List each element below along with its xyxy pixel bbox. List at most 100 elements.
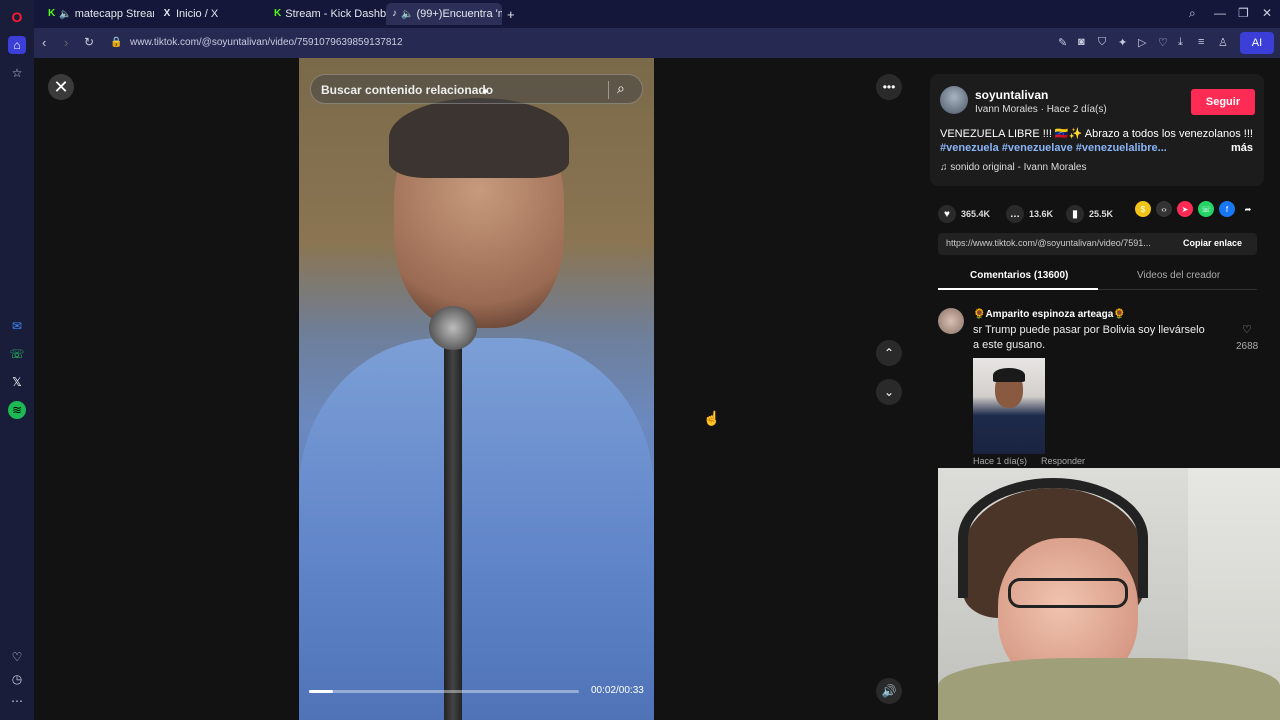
chevron-down-icon[interactable]: ⌄ [876, 379, 902, 405]
home-icon[interactable]: ⌂ [8, 36, 26, 54]
tiktok-icon: ♪ [392, 8, 397, 19]
back-icon[interactable]: ‹ [42, 35, 46, 50]
minimize-icon[interactable]: — [1214, 6, 1226, 20]
user-subline: Ivann Morales · Hace 2 día(s) [975, 104, 1107, 115]
volume-icon[interactable]: 🔊 [876, 678, 902, 704]
video-time: 00:02/00:33 [591, 685, 644, 696]
video-frame-hair [389, 98, 569, 178]
audio-icon: 🔈 [59, 8, 72, 20]
tab-kick-dashboard[interactable]: K Stream - Kick Dashboard [268, 3, 386, 25]
comment-like-count: 2688 [1236, 341, 1259, 352]
avatar[interactable] [938, 308, 964, 334]
messenger-icon[interactable]: ✉ [8, 317, 26, 335]
comment-timestamp: Hace 1 día(s) [973, 456, 1028, 466]
close-icon[interactable]: ✕ [48, 74, 74, 100]
save-button[interactable]: ▮ 25.5K [1066, 205, 1113, 223]
comment-author[interactable]: 🌻Amparito espinoza arteaga🌻 [973, 309, 1126, 320]
follow-button[interactable]: Seguir [1191, 89, 1255, 115]
history-icon[interactable]: ◷ [8, 670, 26, 688]
video-frame-shirt [299, 338, 654, 720]
comment-icon: … [1006, 205, 1024, 223]
kick-icon: K [48, 8, 56, 19]
audio-icon: 🔈 [401, 8, 414, 20]
search-icon[interactable]: ⌕ [1189, 6, 1196, 21]
chevron-up-icon[interactable]: ⌃ [876, 340, 902, 366]
heart-icon[interactable]: ♡ [1242, 323, 1252, 336]
tab-tiktok[interactable]: ♪ 🔈 (99+)Encuentra 'madu [386, 3, 502, 25]
webcam-overlay [938, 468, 1280, 720]
favorite-icon[interactable]: ♡ [1158, 36, 1168, 49]
post-hashtags[interactable]: #venezuela #venezuelave #venezuelalibre.… [940, 142, 1167, 154]
comment-image[interactable] [973, 358, 1045, 454]
search-input[interactable]: Buscar contenido relacionado [321, 83, 493, 97]
related-search-bar[interactable]: Buscar contenido relacionado ✦ ⌕ [310, 74, 643, 104]
reload-icon[interactable]: ↻ [84, 35, 94, 49]
opera-logo-icon[interactable]: O [8, 8, 26, 26]
aria-ai-button[interactable]: AI [1240, 32, 1274, 54]
profile-icon[interactable]: ♙ [1218, 36, 1228, 49]
headset-icon [958, 478, 1148, 598]
new-tab-icon[interactable]: + [504, 3, 520, 25]
address-bar: ‹ › ↻ 🔒 www.tiktok.com/@soyuntalivan/vid… [34, 28, 1280, 58]
restore-icon[interactable]: ❐ [1238, 6, 1249, 20]
facebook-icon[interactable]: f [1219, 201, 1235, 217]
whatsapp-icon[interactable]: ☏ [8, 345, 26, 363]
copy-link-button[interactable]: Copiar enlace [1183, 238, 1242, 248]
tab-x[interactable]: X Inicio / X [156, 3, 264, 25]
play-icon[interactable]: ▷ [1138, 36, 1146, 49]
sparkle-icon: ✦ [481, 87, 490, 98]
comment-count: 13.6K [1029, 209, 1054, 219]
spotify-icon[interactable]: ≋ [8, 401, 26, 419]
x-icon[interactable]: 𝕏 [8, 373, 26, 391]
active-tab-indicator [938, 288, 1098, 290]
tab-matecapp[interactable]: K 🔈 matecapp Stream - W [42, 3, 154, 25]
more-options-icon[interactable]: ••• [876, 74, 902, 100]
share-arrow-icon[interactable]: ➦ [1240, 201, 1256, 217]
shield-icon[interactable]: ⛉ [1098, 36, 1106, 49]
tab-label: matecapp Stream - W [74, 8, 154, 20]
x-icon: X [163, 8, 171, 19]
avatar[interactable] [940, 86, 968, 114]
download-icon[interactable]: ⤓ [1178, 36, 1183, 49]
tab-label: Inicio / X [176, 8, 219, 20]
like-button[interactable]: ♥ 365.4K [938, 205, 990, 223]
username[interactable]: soyuntalivan [975, 88, 1048, 102]
tab-label: Stream - Kick Dashboard [285, 8, 386, 20]
search-icon[interactable]: ⌕ [617, 80, 625, 97]
post-card: soyuntalivan Ivann Morales · Hace 2 día(… [930, 74, 1264, 186]
embed-icon[interactable]: ‹› [1156, 201, 1172, 217]
share-link-field[interactable]: https://www.tiktok.com/@soyuntalivan/vid… [946, 238, 1174, 248]
divider [608, 81, 609, 99]
whatsapp-share-icon[interactable]: ☏ [1198, 201, 1214, 217]
reply-button[interactable]: Responder [1041, 456, 1085, 466]
comment-text: sr Trump puede pasar por Bolivia soy lle… [973, 324, 1205, 351]
more-link[interactable]: más [1231, 142, 1253, 154]
tab-comments[interactable]: Comentarios (13600) [970, 270, 1068, 281]
star-icon[interactable]: ☆ [8, 64, 26, 82]
ai-label: AI [1251, 37, 1263, 49]
microphone-stand [444, 348, 462, 720]
bookmark-icon: ▮ [1066, 205, 1084, 223]
more-icon[interactable]: ⋯ [8, 692, 26, 710]
microphone-icon [429, 306, 477, 350]
coin-icon[interactable]: $ [1135, 201, 1151, 217]
comment-button[interactable]: … 13.6K [1006, 205, 1053, 223]
video-player[interactable]: Buscar contenido relacionado ✦ ⌕ 00:02/0… [299, 58, 654, 720]
camera-icon[interactable]: ◙ [1078, 36, 1085, 48]
tab-creator-videos[interactable]: Videos del creador [1137, 270, 1220, 281]
send-icon[interactable]: ➤ [1177, 201, 1193, 217]
sound-link[interactable]: ♫ sonido original - Ivann Morales [940, 162, 1086, 173]
progress-fill [309, 690, 334, 693]
url-field[interactable]: www.tiktok.com/@soyuntalivan/video/75910… [130, 37, 403, 48]
edit-icon[interactable]: ✎ [1058, 36, 1067, 49]
extension-icon[interactable]: ✦ [1118, 36, 1127, 49]
forward-icon[interactable]: › [64, 35, 68, 50]
post-description: VENEZUELA LIBRE !!! 🇻🇪✨ Abrazo a todos l… [940, 128, 1253, 140]
opera-sidebar: O ⌂ ☆ ✉ ☏ 𝕏 ≋ ♡ ◷ ⋯ [0, 0, 34, 720]
close-window-icon[interactable]: ✕ [1262, 6, 1272, 20]
menu-icon[interactable]: ≡ [1198, 36, 1204, 48]
heart-icon: ♥ [938, 205, 956, 223]
tab-label: (99+)Encuentra 'madu [416, 8, 502, 20]
video-progress-bar[interactable] [309, 690, 579, 693]
heart-icon[interactable]: ♡ [8, 648, 26, 666]
